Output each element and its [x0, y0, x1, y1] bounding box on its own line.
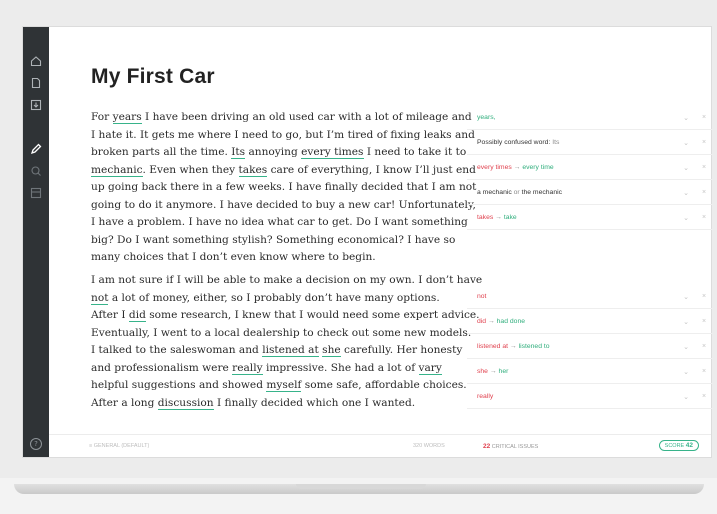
critical-issues: 22 CRITICAL ISSUES	[483, 443, 538, 450]
suggestion-card[interactable]: not ⌄ ×	[467, 285, 713, 309]
pen-icon[interactable]	[28, 141, 44, 157]
suggestion-card[interactable]: listened at → listened to ⌄ ×	[467, 335, 713, 359]
flagged-word[interactable]: vary	[418, 361, 442, 375]
text-line: going to do it anymore. I have decided t…	[91, 198, 476, 211]
text-line: not a lot of money, either, so I probabl…	[91, 291, 440, 305]
flagged-word[interactable]: takes	[238, 163, 268, 177]
panel-icon[interactable]	[28, 185, 44, 201]
dismiss-icon[interactable]: ×	[695, 164, 713, 171]
flagged-word[interactable]: she	[322, 344, 341, 357]
flagged-word[interactable]: did	[128, 309, 146, 322]
flagged-word[interactable]: discussion	[157, 396, 214, 410]
text-line: After I did some research, I knew that I…	[91, 309, 480, 322]
writing-style-selector[interactable]: ≡ GENERAL (DEFAULT)	[89, 443, 149, 449]
suggestion-card[interactable]: Possibly confused word: Its ⌄ ×	[467, 131, 713, 155]
expand-chevron-icon[interactable]: ⌄	[677, 293, 695, 301]
document-icon[interactable]	[28, 75, 44, 91]
flagged-word[interactable]: listened at	[262, 344, 319, 357]
suggestion-text: not	[477, 293, 487, 300]
document-paragraph-2[interactable]: I am not sure if I will be able to make …	[91, 272, 483, 412]
suggestion-card[interactable]: she → her ⌄ ×	[467, 360, 713, 384]
text-line: and professionalism were really impressi…	[91, 361, 442, 375]
search-icon[interactable]	[28, 163, 44, 179]
score-badge[interactable]: SCORE 42	[658, 440, 699, 451]
critical-issues-label: CRITICAL ISSUES	[491, 444, 539, 450]
score-value: 42	[685, 442, 693, 449]
editor-main: My First Car For years I have been drivi…	[49, 27, 713, 457]
text-line: many choices that I don’t even know wher…	[91, 251, 376, 263]
suggestions-panel: years, ⌄ × Possibly confused word: Its ⌄ × eve…	[467, 27, 713, 457]
expand-chevron-icon[interactable]: ⌄	[677, 114, 695, 122]
dismiss-icon[interactable]: ×	[695, 189, 713, 196]
suggestion-card[interactable]: really ⌄ ×	[467, 385, 713, 409]
suggestion-text: listened at → listened to	[477, 343, 550, 350]
suggestion-text: years,	[477, 114, 496, 121]
help-icon[interactable]: ?	[30, 438, 42, 450]
status-bar: ≡ GENERAL (DEFAULT) 320 WORDS 22 CRITICA…	[49, 434, 711, 457]
laptop-notch	[296, 484, 426, 489]
text-line: I am not sure if I will be able to make …	[91, 274, 483, 286]
suggestion-text: every times → every time	[477, 164, 554, 171]
expand-chevron-icon[interactable]: ⌄	[677, 214, 695, 222]
flagged-word[interactable]: every times	[301, 146, 364, 159]
document-paragraph-1[interactable]: For years I have been driving an old use…	[91, 109, 477, 267]
suggestion-text: Possibly confused word: Its	[477, 139, 560, 146]
dismiss-icon[interactable]: ×	[695, 318, 713, 325]
suggestion-card[interactable]: takes → take ⌄ ×	[467, 206, 713, 230]
text-line: big? Do I want something stylish? Someth…	[91, 233, 456, 246]
dismiss-icon[interactable]: ×	[695, 343, 713, 350]
text-line: I hate it. It gets me where I need to go…	[91, 128, 475, 141]
text-line: I talked to the saleswoman and listened …	[91, 344, 463, 357]
suggestion-text: really	[477, 393, 494, 400]
flagged-word[interactable]: myself	[266, 379, 302, 392]
expand-chevron-icon[interactable]: ⌄	[677, 343, 695, 351]
dismiss-icon[interactable]: ×	[695, 114, 713, 121]
flagged-word[interactable]: not	[91, 291, 109, 305]
suggestion-text: did → had done	[477, 318, 526, 325]
text-line: After a long discussion I finally decide…	[91, 396, 416, 410]
suggestion-card[interactable]: did → had done ⌄ ×	[467, 310, 713, 334]
suggestion-text: a mechanic or the mechanic	[477, 189, 563, 196]
expand-chevron-icon[interactable]: ⌄	[677, 189, 695, 197]
sidebar: ?	[23, 27, 49, 457]
dismiss-icon[interactable]: ×	[695, 139, 713, 146]
word-count: 320 WORDS	[413, 443, 445, 449]
critical-issues-count: 22	[483, 443, 491, 450]
home-icon[interactable]	[28, 53, 44, 69]
suggestion-card[interactable]: a mechanic or the mechanic ⌄ ×	[467, 181, 713, 205]
flagged-word[interactable]: years	[112, 111, 142, 124]
expand-chevron-icon[interactable]: ⌄	[677, 318, 695, 326]
text-line: up going back there in a few weeks. I ha…	[91, 181, 477, 193]
expand-chevron-icon[interactable]: ⌄	[677, 368, 695, 376]
document-title: My First Car	[91, 65, 215, 88]
suggestion-card[interactable]: years, ⌄ ×	[467, 106, 713, 130]
download-icon[interactable]	[28, 97, 44, 113]
app-window: ? My First Car For years I have been dri…	[22, 26, 713, 458]
text-line: helpful suggestions and showed myself so…	[91, 379, 467, 392]
dismiss-icon[interactable]: ×	[695, 368, 713, 375]
expand-chevron-icon[interactable]: ⌄	[677, 164, 695, 172]
text-line: mechanic. Even when they takes care of e…	[91, 163, 476, 177]
dismiss-icon[interactable]: ×	[695, 293, 713, 300]
flagged-word[interactable]: Its	[231, 146, 246, 159]
text-line: broken parts all the time. Its annoying …	[91, 146, 467, 159]
flagged-word[interactable]: mechanic	[91, 163, 143, 177]
suggestion-text: takes → take	[477, 214, 517, 221]
suggestion-text: she → her	[477, 368, 509, 375]
score-label: SCORE	[664, 443, 685, 449]
expand-chevron-icon[interactable]: ⌄	[677, 139, 695, 147]
expand-chevron-icon[interactable]: ⌄	[677, 393, 695, 401]
suggestion-card[interactable]: every times → every time ⌄ ×	[467, 156, 713, 180]
text-line: I have a problem. I have no idea what ca…	[91, 216, 468, 228]
dismiss-icon[interactable]: ×	[695, 393, 713, 400]
text-line: Eventually, I went to a local dealership…	[91, 326, 472, 339]
text-line: For years I have been driving an old use…	[91, 111, 472, 124]
flagged-word[interactable]: really	[232, 361, 263, 375]
dismiss-icon[interactable]: ×	[695, 214, 713, 221]
